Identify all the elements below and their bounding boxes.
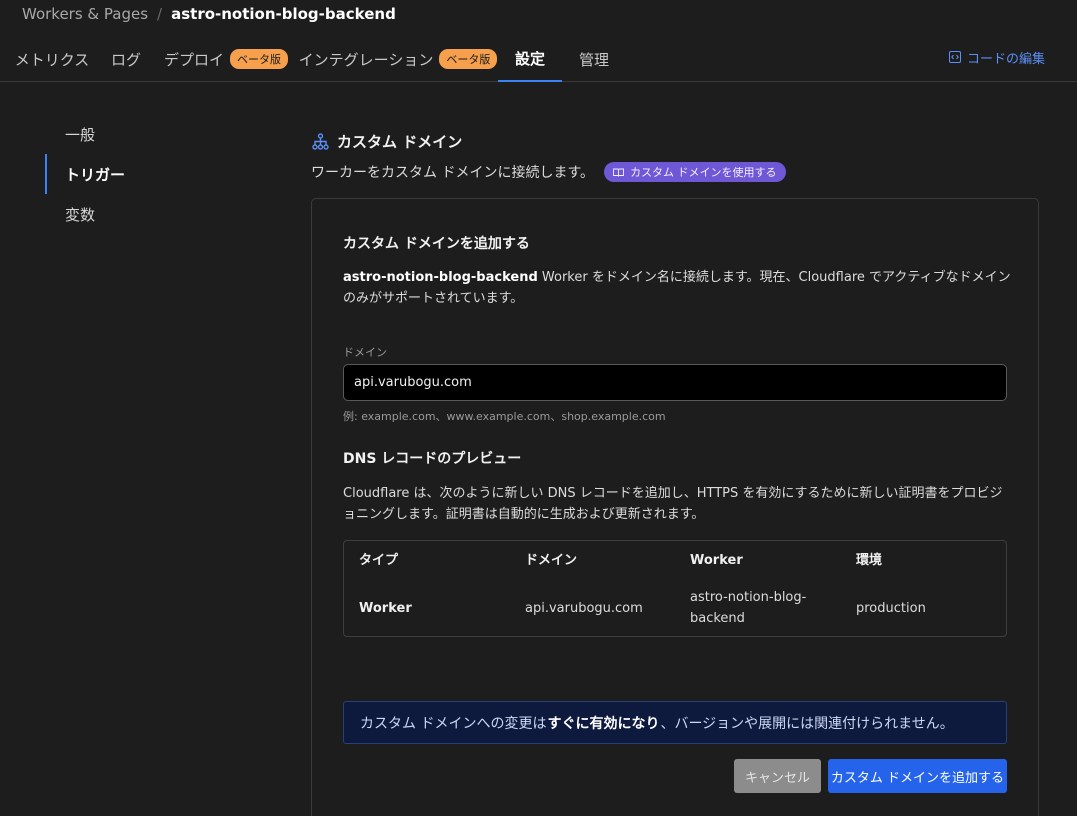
sidenav-item-variables[interactable]: 変数 [45, 194, 245, 234]
tab-deployments[interactable]: デプロイ ベータ版 [164, 36, 289, 82]
beta-badge: ベータ版 [230, 49, 289, 69]
edit-code-label: コードの編集 [966, 51, 1045, 67]
tab-label: ログ [111, 50, 142, 69]
info-notice: カスタム ドメインへの変更は すぐに有効になり 、バージョンや展開には関連付けられま… [343, 701, 1007, 744]
table-header-domain: ドメイン [525, 553, 578, 568]
edit-code-button[interactable]: コードの編集 [948, 46, 1045, 68]
table-header-worker: Worker [690, 553, 743, 568]
network-icon [312, 132, 329, 150]
dns-preview-title: DNS レコードのプレビュー [343, 451, 522, 467]
notice-prefix: カスタム ドメインへの変更は [360, 715, 547, 732]
tab-metrics[interactable]: メトリクス [15, 36, 90, 82]
table-cell-type: Worker [359, 601, 412, 616]
code-editor-icon [948, 51, 961, 63]
domain-field-hint: 例: example.com、www.example.com、shop.exam… [343, 410, 666, 423]
breadcrumb: Workers & Pages / astro-notion-blog-back… [22, 4, 396, 24]
sidenav-item-label: 一般 [65, 125, 96, 144]
notice-bold: すぐに有効になり [547, 715, 660, 732]
sidenav-item-label: 変数 [65, 205, 96, 224]
section-description-text: ワーカーをカスタム ドメインに接続します。 [311, 165, 595, 181]
table-header-type: タイプ [359, 553, 399, 568]
table-header-environment: 環境 [856, 553, 883, 568]
top-bar: Workers & Pages / astro-notion-blog-back… [0, 0, 1077, 82]
beta-badge: ベータ版 [439, 49, 498, 69]
card-title: カスタム ドメインを追加する [343, 236, 530, 252]
docs-link[interactable]: カスタム ドメインを使用する [604, 162, 786, 182]
sidenav-item-general[interactable]: 一般 [45, 114, 245, 154]
cancel-button[interactable]: キャンセル [734, 759, 821, 793]
breadcrumb-separator: / [157, 5, 163, 23]
tab-label: 管理 [578, 50, 609, 69]
docs-link-label: カスタム ドメインを使用する [630, 166, 777, 179]
add-custom-domain-card: カスタム ドメインを追加する astro-notion-blog-backend… [311, 198, 1039, 816]
tab-settings[interactable]: 設定 [498, 36, 562, 82]
add-custom-domain-button[interactable]: カスタム ドメインを追加する [828, 759, 1007, 793]
tab-label: デプロイ [164, 50, 225, 69]
settings-sidenav: 一般 トリガー 変数 [45, 114, 245, 234]
breadcrumb-current: astro-notion-blog-backend [171, 5, 396, 23]
section-description: ワーカーをカスタム ドメインに接続します。 カスタム ドメインを使用する [311, 162, 786, 182]
table-cell-worker: astro-notion-blog-backend [690, 590, 807, 626]
tab-label: 設定 [514, 49, 545, 68]
notice-suffix: 、バージョンや展開には関連付けられません。 [660, 715, 954, 732]
dns-record-table: タイプ ドメイン Worker 環境 Worker api.varubogu.c… [343, 540, 1007, 637]
table-cell-domain: api.varubogu.com [525, 601, 643, 616]
tab-label: メトリクス [14, 50, 90, 69]
domain-input[interactable] [343, 364, 1007, 401]
card-description: astro-notion-blog-backend Worker をドメイン名に… [343, 267, 1013, 309]
sidenav-item-label: トリガー [65, 165, 126, 184]
section-heading: カスタム ドメイン [312, 130, 462, 152]
domain-field-label: ドメイン [343, 346, 387, 359]
dns-preview-description: Cloudflare は、次のように新しい DNS レコードを追加し、HTTPS… [343, 486, 1003, 522]
tab-integrations[interactable]: インテグレーション ベータ版 [299, 36, 498, 82]
tab-label: インテグレーション [298, 50, 434, 69]
breadcrumb-root-link[interactable]: Workers & Pages [22, 5, 148, 23]
sidenav-item-triggers[interactable]: トリガー [45, 154, 245, 194]
table-cell-environment: production [856, 601, 926, 616]
tab-logs[interactable]: ログ [111, 36, 142, 82]
section-title: カスタム ドメイン [337, 132, 463, 151]
worker-name: astro-notion-blog-backend [343, 270, 538, 285]
book-icon [613, 168, 625, 177]
tab-manage[interactable]: 管理 [578, 36, 610, 82]
